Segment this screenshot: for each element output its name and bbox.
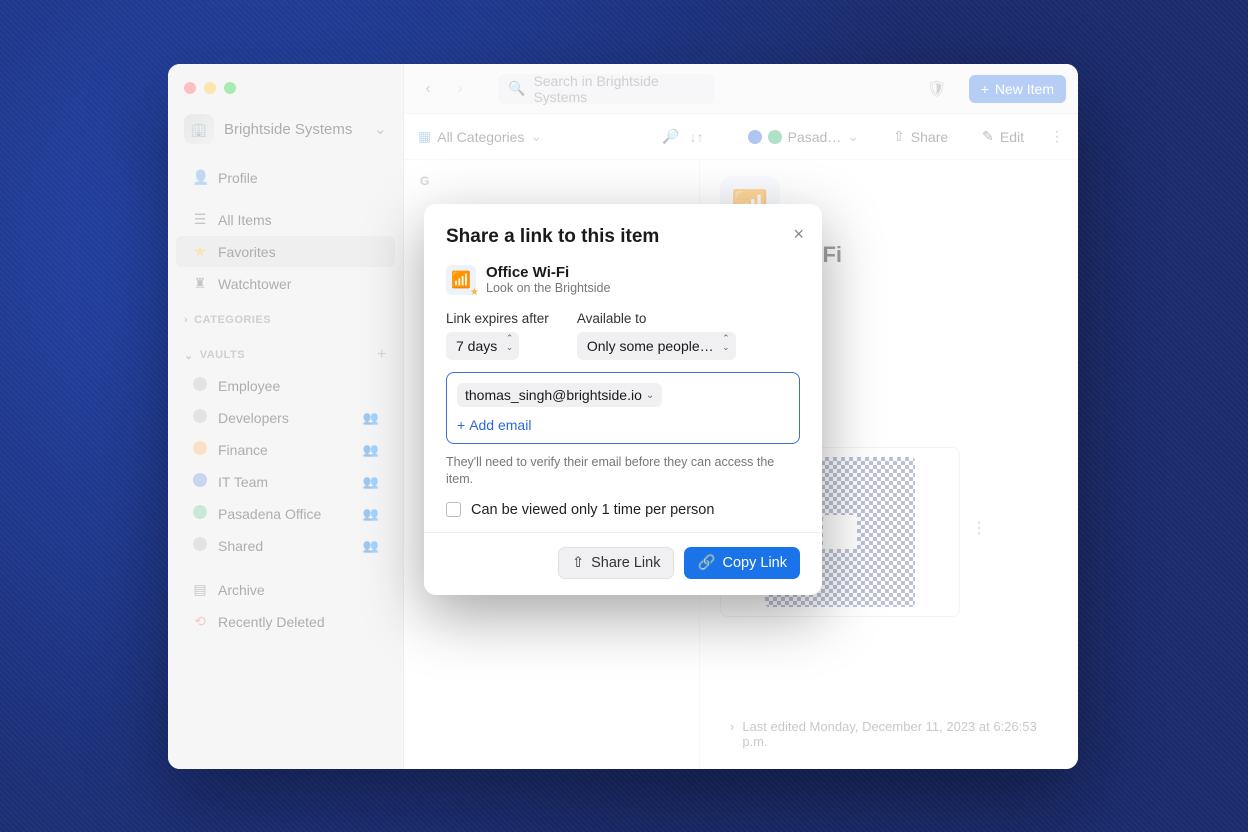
email-chip[interactable]: thomas_singh@brightside.io ⌄ bbox=[457, 383, 662, 407]
expires-control: Link expires after 7 days bbox=[446, 311, 549, 360]
wifi-icon: 📶 bbox=[446, 265, 476, 295]
modal-item-subtitle: Look on the Brightside bbox=[486, 281, 610, 295]
email-recipients-box[interactable]: thomas_singh@brightside.io ⌄ + Add email bbox=[446, 372, 800, 444]
view-once-checkbox[interactable]: Can be viewed only 1 time per person bbox=[446, 502, 800, 518]
share-link-button[interactable]: ⇧ Share Link bbox=[558, 547, 674, 579]
expires-select[interactable]: 7 days bbox=[446, 332, 519, 360]
link-icon: 🔗 bbox=[697, 554, 715, 571]
available-control: Available to Only some people… bbox=[577, 311, 736, 360]
checkbox-icon bbox=[446, 502, 461, 517]
share-modal: × Share a link to this item 📶 Office Wi-… bbox=[424, 204, 822, 595]
chevron-down-icon: ⌄ bbox=[646, 390, 654, 401]
modal-item-title: Office Wi-Fi bbox=[486, 264, 610, 281]
plus-icon: + bbox=[457, 417, 465, 433]
add-email-button[interactable]: + Add email bbox=[457, 417, 789, 433]
copy-link-button[interactable]: 🔗 Copy Link bbox=[684, 547, 800, 579]
modal-item-header: 📶 Office Wi-Fi Look on the Brightside bbox=[446, 264, 800, 295]
close-button[interactable]: × bbox=[793, 224, 804, 245]
modal-actions: ⇧ Share Link 🔗 Copy Link bbox=[446, 547, 800, 579]
available-select[interactable]: Only some people… bbox=[577, 332, 736, 360]
share-icon: ⇧ bbox=[572, 555, 584, 571]
helper-text: They'll need to verify their email befor… bbox=[446, 454, 800, 488]
modal-title: Share a link to this item bbox=[446, 226, 800, 248]
